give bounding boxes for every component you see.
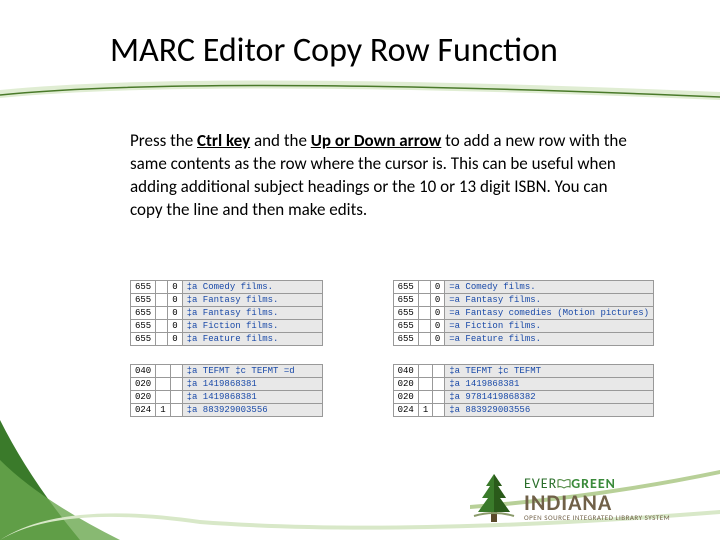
table-row: 6550‡a Fiction films. xyxy=(131,320,323,333)
table-row: 020‡a 9781419868382 xyxy=(393,391,653,404)
table-row: 6550‡a Feature films. xyxy=(131,333,323,346)
table-row: 6550=a Comedy films. xyxy=(393,281,653,294)
table-row: 040‡a TEFMT ‡c TEFMT xyxy=(393,365,653,378)
table-655-before: 6550‡a Comedy films.6550‡a Fantasy films… xyxy=(130,280,323,346)
table-row: 0241‡a 883929003556 xyxy=(131,404,323,417)
table-row: 6550=a Fiction films. xyxy=(393,320,653,333)
table-row: 6550=a Feature films. xyxy=(393,333,653,346)
logo-tagline: OPEN SOURCE INTEGRATED LIBRARY SYSTEM xyxy=(524,514,670,521)
arrow-key-label: Up or Down arrow xyxy=(311,130,442,151)
table-02x-before: 040‡a TEFMT ‡c TEFMT =d020‡a 14198683810… xyxy=(130,364,323,417)
evergreen-indiana-logo: EVERGREEN INDIANA OPEN SOURCE INTEGRATED… xyxy=(470,470,690,528)
slide-title: MARC Editor Copy Row Function xyxy=(110,30,680,71)
table-row: 6550‡a Comedy films. xyxy=(131,281,323,294)
table-row: 6550=a Fantasy films. xyxy=(393,294,653,307)
background-swoosh xyxy=(0,0,720,540)
tree-icon xyxy=(470,472,518,526)
table-row: 020‡a 1419868381 xyxy=(131,378,323,391)
table-655-after: 6550=a Comedy films.6550=a Fantasy films… xyxy=(393,280,654,346)
table-row: 0241‡a 883929003556 xyxy=(393,404,653,417)
table-row: 6550=a Fantasy comedies (Motion pictures… xyxy=(393,307,653,320)
table-row: 6550‡a Fantasy films. xyxy=(131,307,323,320)
table-row: 040‡a TEFMT ‡c TEFMT =d xyxy=(131,365,323,378)
table-02x-after: 040‡a TEFMT ‡c TEFMT020‡a 1419868381020‡… xyxy=(393,364,654,417)
ctrl-key-label: Ctrl key xyxy=(197,130,250,151)
logo-indiana: INDIANA xyxy=(524,492,670,514)
table-row: 020‡a 1419868381 xyxy=(131,391,323,404)
slide-body: Press the Ctrl key and the Up or Down ar… xyxy=(130,130,640,222)
table-row: 6550‡a Fantasy films. xyxy=(131,294,323,307)
table-row: 020‡a 1419868381 xyxy=(393,378,653,391)
marc-examples: 6550‡a Comedy films.6550‡a Fantasy films… xyxy=(130,280,654,417)
